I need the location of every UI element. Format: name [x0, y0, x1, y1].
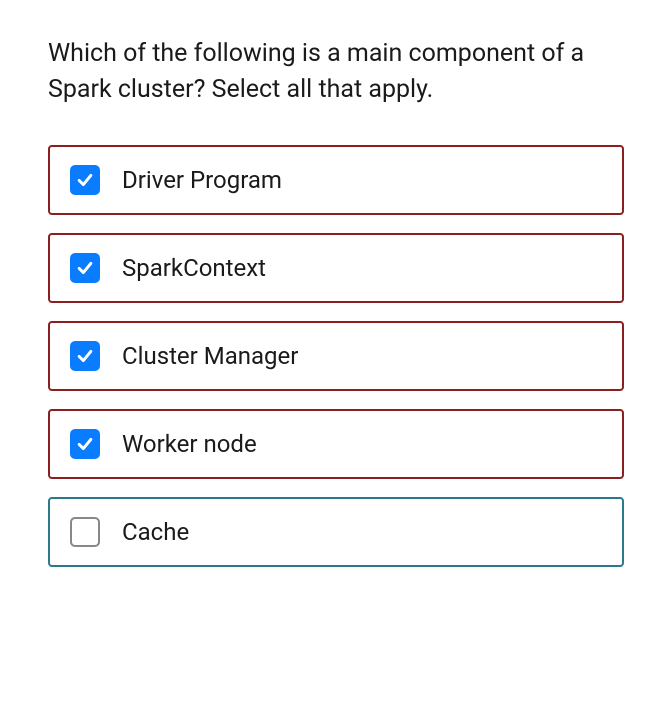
options-container: Driver Program SparkContext Cluster Mana… [48, 145, 624, 567]
check-icon [75, 346, 95, 366]
option-label: Driver Program [122, 166, 282, 194]
option-row[interactable]: Driver Program [48, 145, 624, 215]
option-row[interactable]: Cache [48, 497, 624, 567]
option-row[interactable]: Worker node [48, 409, 624, 479]
checkbox-checked[interactable] [70, 253, 100, 283]
checkbox-unchecked[interactable] [70, 517, 100, 547]
check-icon [75, 170, 95, 190]
option-label: Cache [122, 518, 189, 546]
question-text: Which of the following is a main compone… [48, 36, 624, 109]
option-label: Cluster Manager [122, 342, 298, 370]
checkbox-checked[interactable] [70, 341, 100, 371]
option-label: SparkContext [122, 254, 266, 282]
checkbox-checked[interactable] [70, 165, 100, 195]
option-label: Worker node [122, 430, 257, 458]
check-icon [75, 258, 95, 278]
checkbox-checked[interactable] [70, 429, 100, 459]
option-row[interactable]: Cluster Manager [48, 321, 624, 391]
check-icon [75, 434, 95, 454]
option-row[interactable]: SparkContext [48, 233, 624, 303]
